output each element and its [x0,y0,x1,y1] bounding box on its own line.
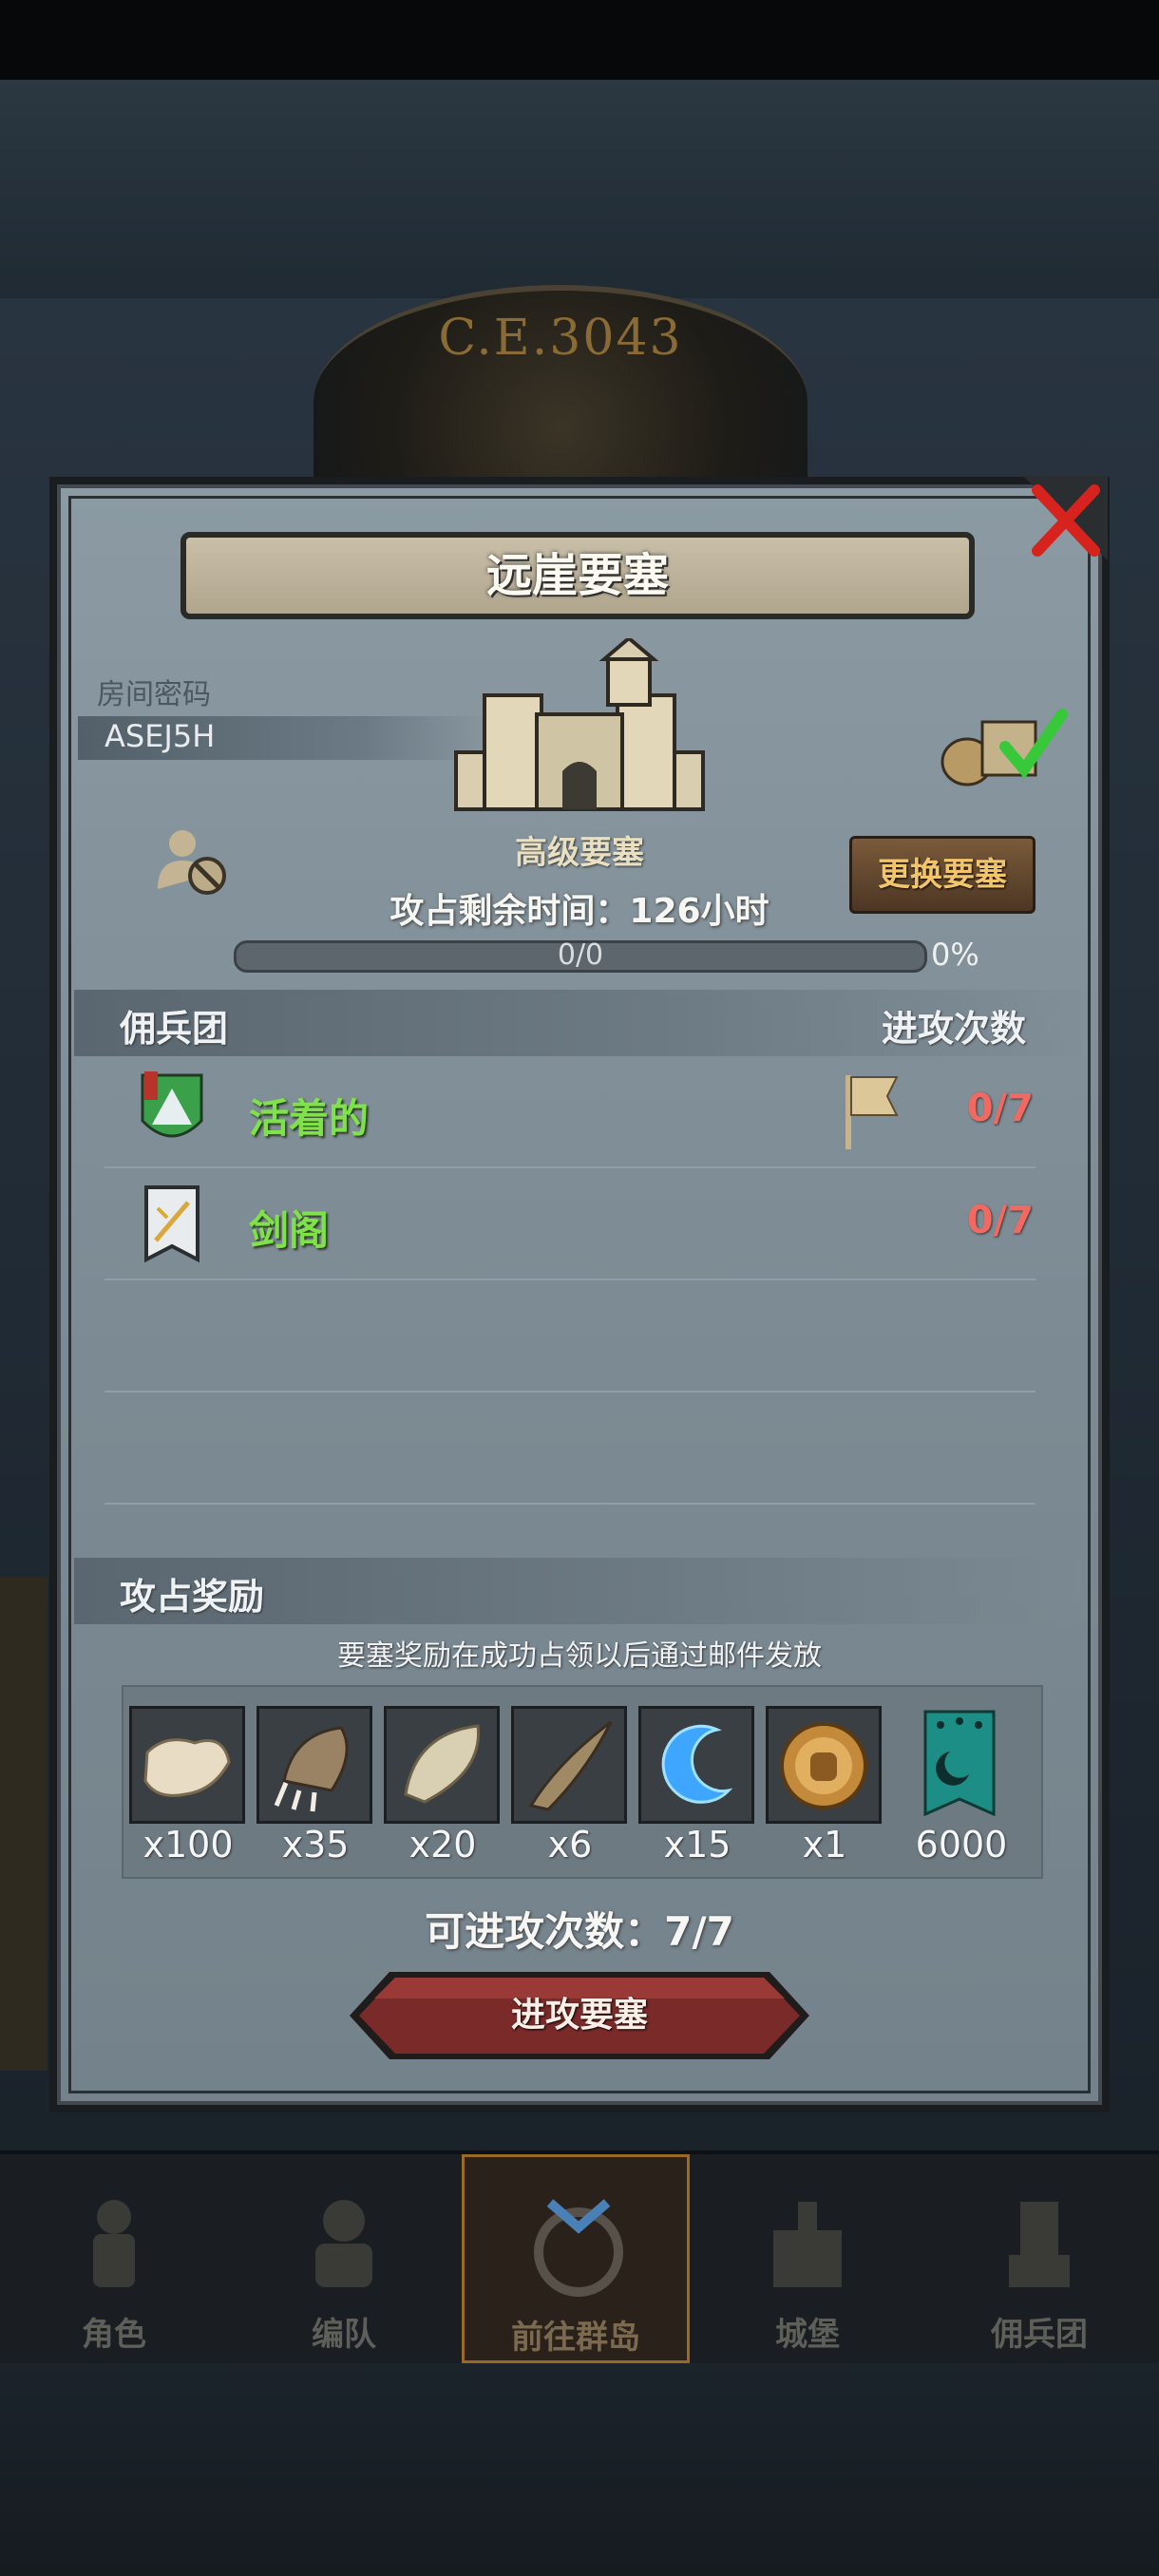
mountain-emblem-icon [141,1071,203,1138]
horn-icon [528,1720,613,1811]
close-icon[interactable] [1013,475,1108,570]
reward-slot[interactable] [384,1706,500,1824]
bottom-nav: 角色 编队 前往群岛 城堡 佣兵团 [0,2154,1159,2363]
progress-count: 0/0 [557,938,604,972]
attack-fortress-button[interactable]: 进攻要塞 [348,1970,811,2061]
dialog-title: 远崖要塞 [180,532,975,619]
nav-label-mercenary: 佣兵团 [991,2316,1088,2354]
side-decoration [0,1577,48,2071]
compass-icon [534,2199,623,2297]
mercenary-title: 佣兵团 [120,1008,229,1050]
background-top [0,80,1159,298]
reward-slot[interactable] [256,1706,372,1824]
nav-label-formation: 编队 [312,2316,376,2354]
attack-count-column-header: 进攻次数 [882,1008,1027,1050]
sword-emblem-icon [144,1185,200,1263]
mercenary-attack-count: 0/7 [966,1087,1034,1130]
reward-quantity: 6000 [915,1824,1008,1866]
nav-label-role: 角色 [82,2316,146,2354]
reward-quantity: x1 [802,1824,847,1866]
knight-medal-icon [780,1722,867,1809]
reward-title: 攻占奖励 [120,1576,265,1618]
nav-item-castle[interactable]: 城堡 [694,2154,922,2363]
fur-pelt-icon [143,1738,231,1797]
reward-slot[interactable] [129,1706,245,1824]
nav-item-mercenary[interactable]: 佣兵团 [925,2154,1153,2363]
supply-check-icon [940,709,1068,786]
no-person-icon[interactable] [154,823,230,899]
fortress-level: 高级要塞 [515,834,644,872]
change-fortress-button[interactable]: 更换要塞 [849,836,1036,914]
flag-icon [846,1075,899,1149]
reward-quantity: x20 [408,1824,477,1866]
mercenary-row[interactable]: 剑阁 0/7 [104,1166,1036,1280]
beast-claw-icon [274,1726,349,1812]
nav-item-role[interactable]: 角色 [0,2154,228,2363]
mercenary-icon [1009,2202,1070,2287]
reward-slot[interactable] [638,1706,754,1824]
year-label: C.E.3043 [438,310,683,367]
nav-item-formation[interactable]: 编队 [230,2154,458,2363]
reward-slot[interactable] [766,1706,882,1824]
mercenary-row[interactable]: 活着的 0/7 [104,1054,1036,1168]
room-code[interactable]: ASEJ5H [104,718,215,754]
reward-quantity: x100 [142,1824,234,1866]
empty-mercenary-row [104,1279,1036,1392]
empty-mercenary-row [104,1391,1036,1505]
reward-quantity: x15 [663,1824,732,1866]
feather-icon [404,1724,481,1804]
fortress-castle-icon [454,638,705,811]
blue-crescent-icon [661,1724,733,1804]
progress-percent: 0% [931,937,979,973]
mercenary-name: 剑阁 [249,1207,330,1254]
status-bar [0,0,1159,80]
bottom-background [0,2363,1159,2576]
reward-slot[interactable] [511,1706,627,1824]
reward-note: 要塞奖励在成功占领以后通过邮件发放 [337,1639,822,1673]
reward-quantity: x35 [281,1824,350,1866]
nav-label-castle: 城堡 [775,2316,840,2354]
attacks-remaining: 可进攻次数：7/7 [425,1908,734,1955]
mercenary-attack-count: 0/7 [966,1199,1034,1242]
guild-banner-icon[interactable] [922,1708,998,1818]
nav-item-islands[interactable]: 前往群岛 [462,2154,690,2363]
time-remaining: 攻占剩余时间：126小时 [390,892,770,931]
mercenary-name: 活着的 [249,1095,370,1142]
reward-quantity: x6 [547,1824,593,1866]
room-password-label: 房间密码 [97,678,211,711]
knight-icon [93,2200,135,2287]
castle-icon [773,2202,842,2287]
armor-icon [315,2200,372,2287]
nav-label-islands: 前往群岛 [511,2319,640,2357]
